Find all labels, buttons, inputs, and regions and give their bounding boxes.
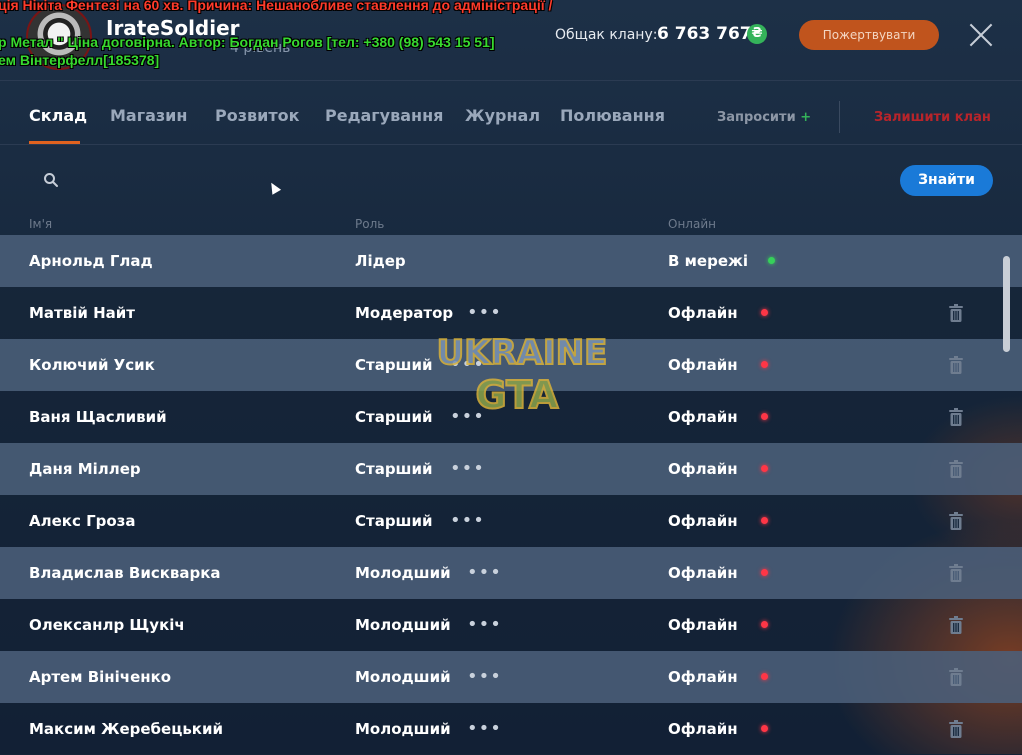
member-name: Максим Жеребецький bbox=[29, 720, 224, 738]
chat-line: ція Нікіта Фентезі на 60 хв. Причина: Не… bbox=[0, 0, 553, 13]
offline-dot-icon bbox=[761, 725, 768, 732]
trash-icon[interactable] bbox=[948, 512, 964, 530]
trash-icon[interactable] bbox=[948, 616, 964, 634]
scrollbar[interactable] bbox=[1003, 256, 1010, 352]
plus-icon: + bbox=[800, 110, 812, 125]
more-options-icon[interactable]: ••• bbox=[467, 666, 502, 687]
online-dot-icon bbox=[768, 257, 775, 264]
table-row[interactable]: Владислав Вискварка Молодший ••• Офлайн bbox=[0, 547, 1022, 599]
trash-icon[interactable] bbox=[948, 564, 964, 582]
member-role: Лідер bbox=[355, 252, 406, 270]
member-status: Офлайн bbox=[668, 720, 738, 738]
more-options-icon[interactable]: ••• bbox=[450, 458, 485, 479]
offline-dot-icon bbox=[761, 673, 768, 680]
table-row[interactable]: Артем Вініченко Молодший ••• Офлайн bbox=[0, 651, 1022, 703]
tab-development[interactable]: Розвиток bbox=[215, 106, 299, 125]
leave-clan-button[interactable]: Залишити клан bbox=[874, 110, 991, 125]
divider bbox=[839, 101, 840, 133]
find-button[interactable]: Знайти bbox=[900, 165, 993, 196]
member-name: Колючий Усик bbox=[29, 356, 155, 374]
chat-line: р Метал " Ціна договірна. Автор: Богдан … bbox=[0, 34, 495, 50]
invite-label: Запросити bbox=[717, 110, 796, 125]
search-input[interactable] bbox=[66, 166, 870, 196]
tab-editing[interactable]: Редагування bbox=[325, 106, 443, 125]
more-options-icon[interactable]: ••• bbox=[467, 302, 502, 323]
offline-dot-icon bbox=[761, 465, 768, 472]
balance-value: 6 763 767 bbox=[657, 24, 752, 44]
member-role: Молодший bbox=[355, 564, 451, 582]
offline-dot-icon bbox=[761, 621, 768, 628]
trash-icon[interactable] bbox=[948, 668, 964, 686]
member-role: Молодший bbox=[355, 668, 451, 686]
watermark-logo: UKRAINE GTA bbox=[436, 332, 609, 418]
member-status: Офлайн bbox=[668, 616, 738, 634]
balance-label: Общак клану: bbox=[555, 27, 658, 43]
trash-icon[interactable] bbox=[948, 356, 964, 374]
watermark-line: UKRAINE bbox=[437, 333, 608, 373]
tab-hunting[interactable]: Полювання bbox=[560, 106, 665, 125]
more-options-icon[interactable]: ••• bbox=[467, 718, 502, 739]
member-name: Олексанлр Щукіч bbox=[29, 616, 185, 634]
chat-line: ем Вінтерфелл[185378] bbox=[0, 52, 160, 68]
offline-dot-icon bbox=[761, 517, 768, 524]
divider bbox=[0, 144, 1022, 145]
more-options-icon[interactable]: ••• bbox=[467, 614, 502, 635]
member-status: Офлайн bbox=[668, 564, 738, 582]
offline-dot-icon bbox=[761, 413, 768, 420]
column-header-role: Роль bbox=[355, 217, 385, 231]
trash-icon[interactable] bbox=[948, 460, 964, 478]
member-name: Алекс Гроза bbox=[29, 512, 136, 530]
table-row[interactable]: Олексанлр Щукіч Молодший ••• Офлайн bbox=[0, 599, 1022, 651]
member-role: Старший bbox=[355, 460, 433, 478]
tab-shop[interactable]: Магазин bbox=[110, 106, 187, 125]
member-role: Старший bbox=[355, 356, 433, 374]
invite-button[interactable]: Запросити + bbox=[717, 110, 811, 125]
watermark-line: GTA bbox=[476, 373, 559, 417]
member-status: Офлайн bbox=[668, 356, 738, 374]
member-name: Владислав Вискварка bbox=[29, 564, 221, 582]
member-name: Ваня Щасливий bbox=[29, 408, 167, 426]
tab-journal[interactable]: Журнал bbox=[465, 106, 540, 125]
trash-icon[interactable] bbox=[948, 720, 964, 738]
member-status: Офлайн bbox=[668, 304, 738, 322]
member-name: Артем Вініченко bbox=[29, 668, 172, 686]
offline-dot-icon bbox=[761, 569, 768, 576]
member-status: Офлайн bbox=[668, 460, 738, 478]
trash-icon[interactable] bbox=[948, 408, 964, 426]
currency-coin-icon: ₴ bbox=[747, 24, 767, 44]
offline-dot-icon bbox=[761, 309, 768, 316]
table-row[interactable]: Максим Жеребецький Молодший ••• Офлайн bbox=[0, 703, 1022, 755]
close-icon[interactable] bbox=[966, 20, 996, 50]
member-role: Старший bbox=[355, 408, 433, 426]
member-name: Даня Міллер bbox=[29, 460, 141, 478]
trash-icon[interactable] bbox=[948, 304, 964, 322]
member-role: Модератор bbox=[355, 304, 454, 322]
donate-button[interactable]: Пожертвувати bbox=[799, 20, 939, 50]
member-role: Молодший bbox=[355, 720, 451, 738]
members-table: Арнольд Глад Лідер В мережі Матвій Найт Моде… bbox=[0, 235, 1022, 755]
member-role: Молодший bbox=[355, 616, 451, 634]
search-icon[interactable] bbox=[43, 172, 59, 188]
offline-dot-icon bbox=[761, 361, 768, 368]
member-role: Старший bbox=[355, 512, 433, 530]
table-row[interactable]: Арнольд Глад Лідер В мережі bbox=[0, 235, 1022, 287]
column-header-online: Онлайн bbox=[668, 217, 716, 231]
table-row[interactable]: Даня Міллер Старший ••• Офлайн bbox=[0, 443, 1022, 495]
member-status: Офлайн bbox=[668, 668, 738, 686]
more-options-icon[interactable]: ••• bbox=[467, 562, 502, 583]
tab-warehouse[interactable]: Склад bbox=[29, 106, 87, 125]
table-row[interactable]: Алекс Гроза Старший ••• Офлайн bbox=[0, 495, 1022, 547]
member-name: Арнольд Глад bbox=[29, 252, 153, 270]
member-status: В мережі bbox=[668, 252, 749, 270]
member-status: Офлайн bbox=[668, 408, 738, 426]
more-options-icon[interactable]: ••• bbox=[450, 510, 485, 531]
member-name: Матвій Найт bbox=[29, 304, 135, 322]
column-header-name: Ім'я bbox=[29, 217, 53, 231]
member-status: Офлайн bbox=[668, 512, 738, 530]
